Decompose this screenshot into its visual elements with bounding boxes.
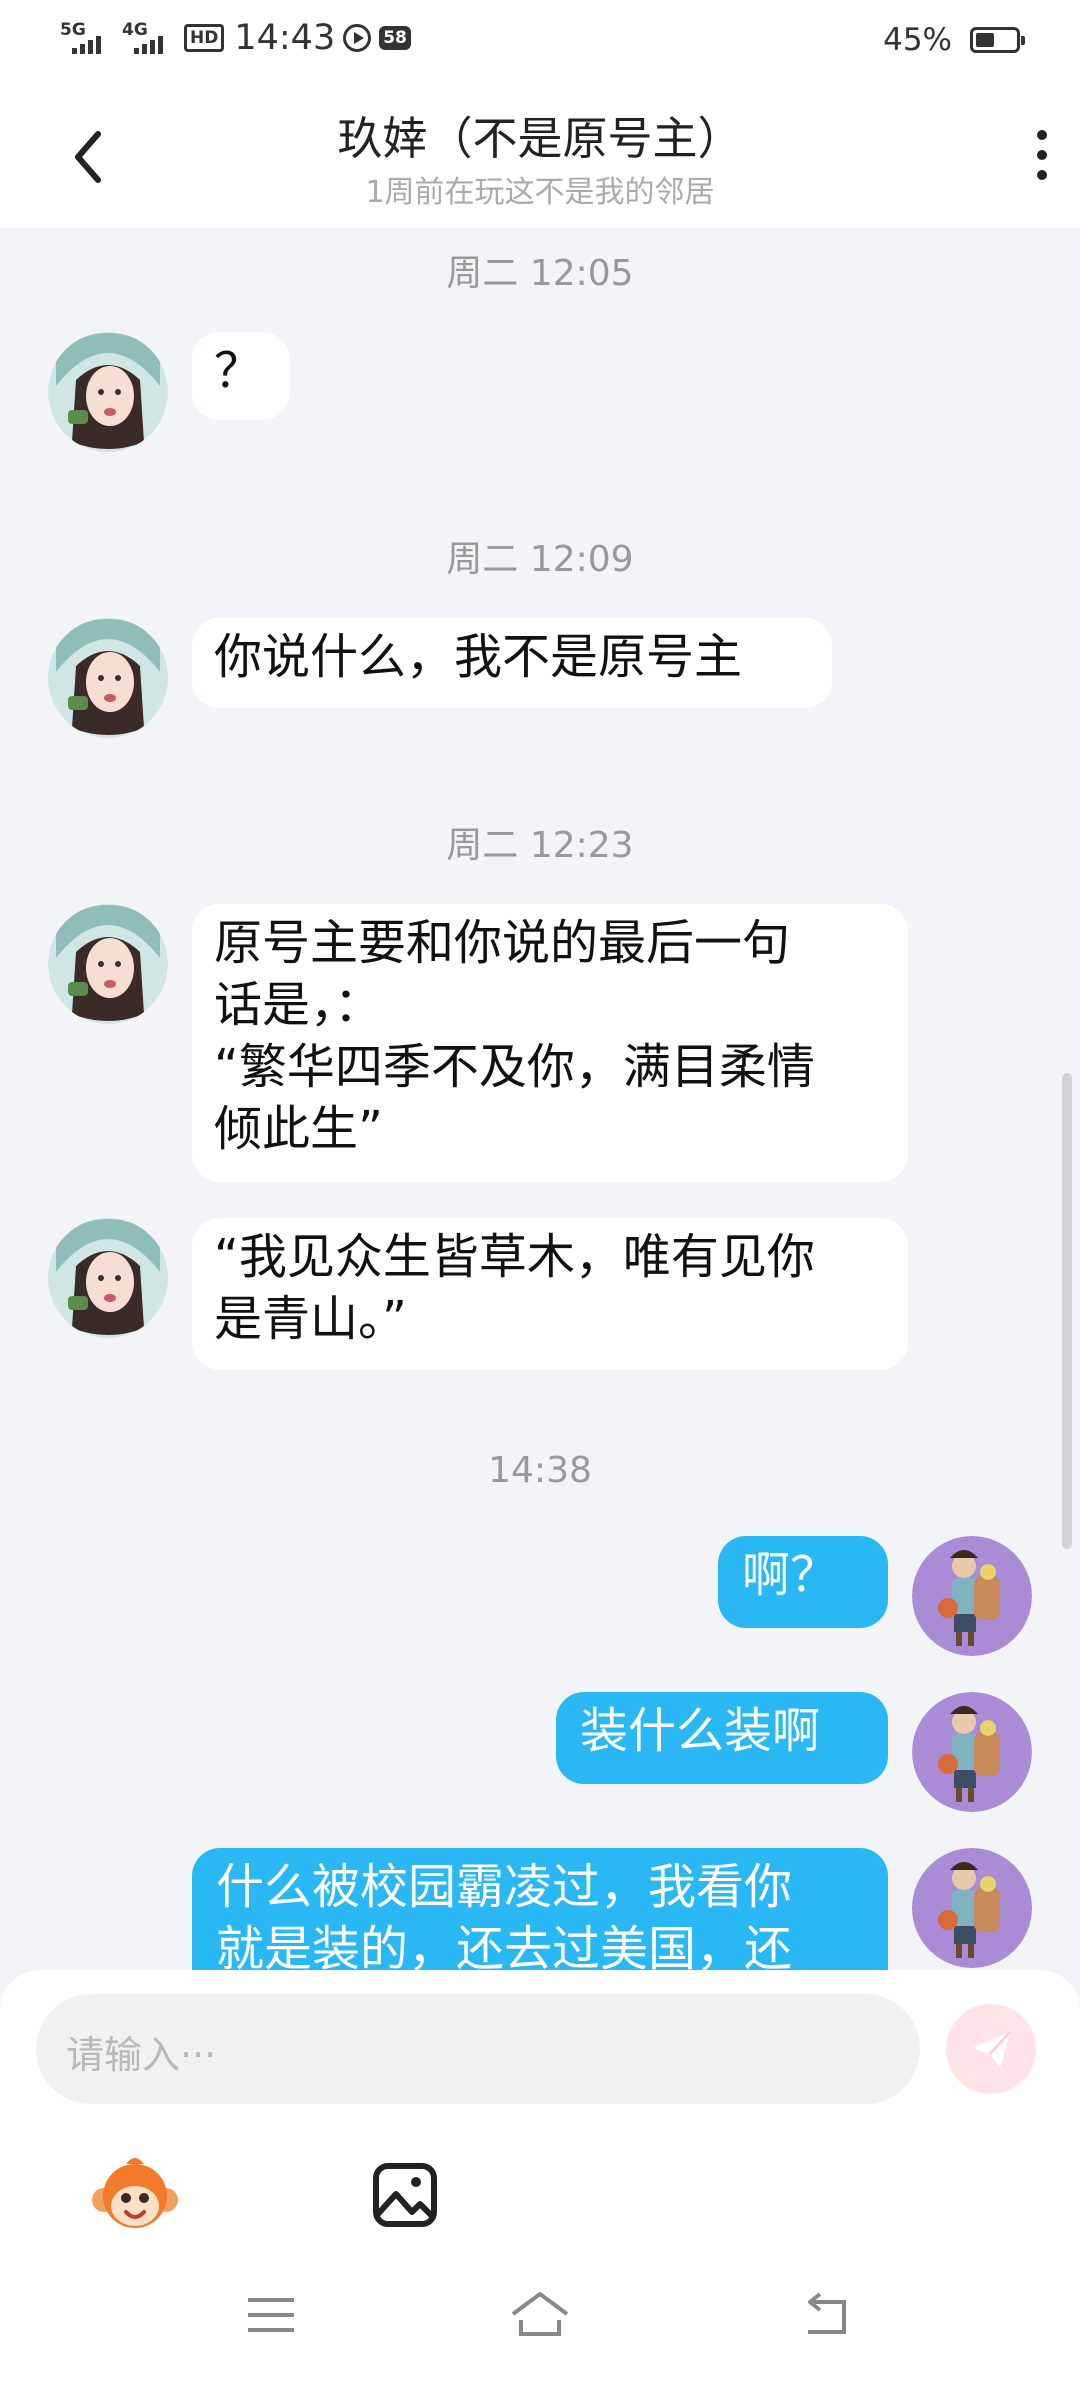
status-bar: 5G 4G HD 14:43 58 45%	[0, 0, 1080, 84]
outgoing-message-bubble[interactable]: 啊？	[718, 1536, 888, 1628]
chat-title: 玖婞（不是原号主）	[337, 112, 743, 165]
incoming-message-bubble[interactable]: ？	[192, 332, 290, 420]
contact-avatar[interactable]	[48, 1218, 168, 1338]
chat-header: 玖婞（不是原号主） 1周前在玩这不是我的邻居	[0, 84, 1080, 228]
message-timestamp: 14:38	[488, 1450, 592, 1491]
battery-percent: 45%	[883, 22, 952, 58]
more-vertical-icon	[1037, 130, 1047, 140]
user-avatar[interactable]	[912, 1692, 1032, 1812]
outgoing-message-bubble[interactable]: 什么被校园霸凌过，我看你 就是装的，还去过美国，还	[192, 1848, 888, 1970]
scrollbar[interactable]	[1062, 1073, 1072, 1549]
signal-5g-icon: 5G	[60, 18, 114, 58]
more-options-button[interactable]	[1012, 120, 1072, 190]
send-icon	[972, 2030, 1012, 2068]
notification-badge: 58	[379, 26, 411, 50]
message-list[interactable]: 周二 12:05 ？ 周二 12:09 你说什么，我不是原号主 周二 12:23	[0, 228, 1080, 1970]
input-panel: 请输入···	[0, 1970, 1080, 2408]
nav-menu-button[interactable]	[236, 2280, 306, 2350]
battery-icon	[970, 27, 1025, 53]
chat-subtitle: 1周前在玩这不是我的邻居	[365, 175, 715, 210]
user-avatar[interactable]	[912, 1536, 1032, 1656]
monkey-sticker-icon	[92, 2158, 178, 2228]
signal-4g-icon: 4G	[122, 18, 176, 58]
contact-avatar[interactable]	[48, 332, 168, 452]
outgoing-message-bubble[interactable]: 装什么装啊	[556, 1692, 888, 1784]
status-time: 14:43	[234, 18, 336, 58]
contact-avatar[interactable]	[48, 618, 168, 738]
incoming-message-bubble[interactable]: 你说什么，我不是原号主	[192, 618, 832, 708]
back-icon	[808, 2292, 846, 2334]
media-play-icon	[343, 24, 372, 52]
nav-back-button[interactable]	[790, 2280, 860, 2350]
nav-home-button[interactable]	[505, 2280, 575, 2350]
incoming-message-bubble[interactable]: 原号主要和你说的最后一句 话是，： “繁华四季不及你，满目柔情 倾此生”	[192, 904, 908, 1182]
sticker-button[interactable]	[90, 2150, 180, 2240]
incoming-message-bubble[interactable]: “我见众生皆草木，唯有见你 是青山。”	[192, 1218, 908, 1370]
hd-voice-icon: HD	[184, 24, 225, 52]
message-timestamp: 周二 12:05	[446, 253, 634, 294]
message-timestamp: 周二 12:09	[446, 539, 634, 580]
image-icon	[373, 2163, 437, 2227]
user-avatar[interactable]	[912, 1848, 1032, 1968]
message-timestamp: 周二 12:23	[446, 825, 634, 866]
message-input[interactable]: 请输入···	[36, 1994, 920, 2104]
menu-icon	[248, 2298, 294, 2332]
image-button[interactable]	[360, 2150, 450, 2240]
home-icon	[511, 2292, 569, 2336]
contact-avatar[interactable]	[48, 904, 168, 1024]
send-button[interactable]	[946, 2004, 1036, 2094]
